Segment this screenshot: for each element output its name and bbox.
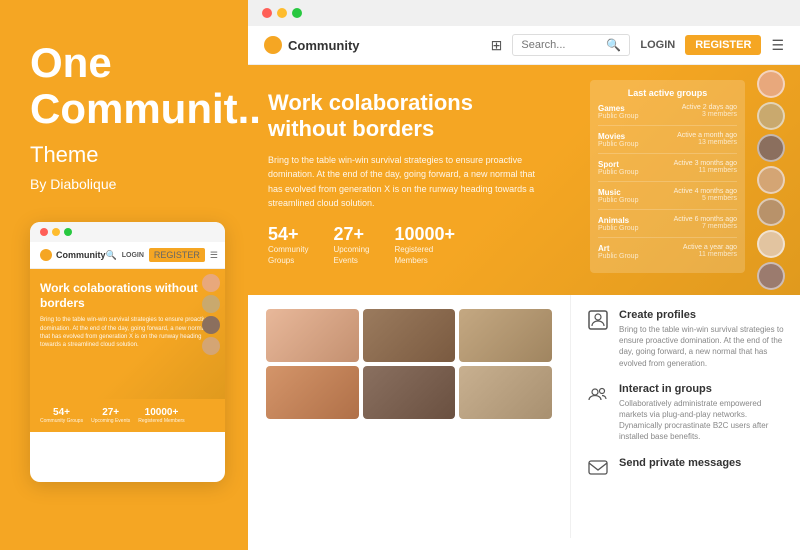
photo-5 — [363, 366, 456, 419]
theme-author: By Diabolique — [30, 176, 215, 192]
feature-icon-groups — [587, 383, 609, 405]
mobile-search-icon: 🔍 — [106, 250, 117, 261]
desktop-preview: Community ⊞ 🔍 LOGIN REGISTER ☰ Work cola… — [248, 0, 800, 550]
last-active-groups: Last active groups Games Public Group Ac… — [590, 80, 745, 273]
lag-item-animals: Animals Public Group Active 6 months ago… — [598, 216, 737, 238]
desktop-nav-right: ⊞ 🔍 LOGIN REGISTER ☰ — [491, 34, 784, 56]
lag-item-art: Art Public Group Active a year ago 11 me… — [598, 244, 737, 265]
mobile-top-bar — [30, 222, 225, 242]
desktop-dot-green — [292, 8, 302, 18]
mobile-avatar-1 — [202, 274, 220, 292]
desktop-logo: Community — [264, 36, 360, 54]
lag-item-music: Music Public Group Active 4 months ago 5… — [598, 188, 737, 210]
desktop-avatar-1 — [757, 70, 785, 98]
mobile-nav-icons: 🔍 LOGIN REGISTER ☰ — [106, 248, 218, 262]
mobile-logo: Community — [40, 249, 106, 261]
mobile-stat-3: 10000+ Registered Members — [138, 407, 184, 424]
search-icon: 🔍 — [606, 38, 621, 52]
feature-send-messages: Send private messages — [587, 457, 784, 479]
feature-icon-messages — [587, 457, 609, 479]
feature-create-profiles: Create profiles Bring to the table win-w… — [587, 309, 784, 369]
photo-6 — [459, 366, 552, 419]
desktop-logo-circle — [264, 36, 282, 54]
mobile-hero-body: Bring to the table win-win survival stra… — [40, 316, 215, 350]
mobile-login-label: LOGIN — [122, 252, 144, 259]
desktop-dot-red — [262, 8, 272, 18]
desktop-nav: Community ⊞ 🔍 LOGIN REGISTER ☰ — [248, 26, 800, 65]
bottom-right: Create profiles Bring to the table win-w… — [570, 295, 800, 538]
mobile-avatar-4 — [202, 337, 220, 355]
desktop-stat-3: 10000+ RegisteredMembers — [394, 224, 455, 266]
desktop-bottom: Create profiles Bring to the table win-w… — [248, 295, 800, 538]
feature-text-profiles: Create profiles Bring to the table win-w… — [619, 309, 784, 369]
lag-item-sport: Sport Public Group Active 3 months ago 1… — [598, 160, 737, 182]
feature-icon-profile — [587, 309, 609, 331]
feature-text-messages: Send private messages — [619, 457, 741, 472]
desktop-avatar-7 — [757, 262, 785, 290]
photo-2 — [363, 309, 456, 362]
mobile-register-btn: REGISTER — [149, 248, 205, 262]
desktop-dot-yellow — [277, 8, 287, 18]
lag-item-games: Games Public Group Active 2 days ago 3 m… — [598, 104, 737, 126]
desktop-avatar-6 — [757, 230, 785, 258]
photo-1 — [266, 309, 359, 362]
desktop-stat-1: 54+ CommunityGroups — [268, 224, 308, 266]
search-input[interactable] — [521, 39, 601, 51]
mobile-menu-icon: ☰ — [210, 250, 218, 261]
left-panel: One Communit.. Theme By Diabolique Commu… — [0, 0, 245, 550]
desktop-hero-body: Bring to the table win-win survival stra… — [268, 153, 550, 211]
desktop-hero-content: Work colaborations without borders Bring… — [268, 90, 550, 266]
bottom-left — [248, 295, 570, 538]
mobile-hero-title: Work colaborations without borders — [40, 281, 215, 310]
mobile-dot-red — [40, 228, 48, 236]
theme-title: One Communit.. — [30, 40, 215, 132]
mobile-avatar-3 — [202, 316, 220, 334]
desktop-hero-title: Work colaborations without borders — [268, 90, 550, 143]
desktop-avatar-4 — [757, 166, 785, 194]
mobile-logo-dot — [40, 249, 52, 261]
mobile-dot-green — [64, 228, 72, 236]
desktop-avatar-2 — [757, 102, 785, 130]
desktop-avatar-5 — [757, 198, 785, 226]
desktop-hero: Work colaborations without borders Bring… — [248, 65, 800, 295]
search-box[interactable]: 🔍 — [512, 34, 630, 56]
nav-login[interactable]: LOGIN — [640, 39, 675, 51]
lag-title: Last active groups — [598, 88, 737, 98]
feature-interact-groups: Interact in groups Collaboratively admin… — [587, 383, 784, 443]
theme-subtitle: Theme — [30, 142, 215, 168]
photos-grid — [266, 309, 552, 419]
mobile-preview: Community 🔍 LOGIN REGISTER ☰ Work colabo… — [30, 222, 225, 482]
mobile-avatar-2 — [202, 295, 220, 313]
desktop-grid-icon: ⊞ — [491, 37, 503, 54]
mobile-stats: 54+ Community Groups 27+ Upcoming Events… — [30, 399, 225, 432]
feature-text-groups: Interact in groups Collaboratively admin… — [619, 383, 784, 443]
photo-4 — [266, 366, 359, 419]
mobile-stat-1: 54+ Community Groups — [40, 407, 83, 424]
mobile-hero: Work colaborations without borders Bring… — [30, 269, 225, 399]
desktop-stats: 54+ CommunityGroups 27+ UpcomingEvents 1… — [268, 224, 550, 266]
nav-menu-icon[interactable]: ☰ — [771, 37, 784, 54]
mobile-nav: Community 🔍 LOGIN REGISTER ☰ — [30, 242, 225, 269]
desktop-stat-2: 27+ UpcomingEvents — [333, 224, 369, 266]
nav-register-button[interactable]: REGISTER — [685, 35, 761, 55]
desktop-top-bar — [248, 0, 800, 26]
mobile-stat-2: 27+ Upcoming Events — [91, 407, 130, 424]
mobile-dot-yellow — [52, 228, 60, 236]
desktop-avatar-3 — [757, 134, 785, 162]
photo-3 — [459, 309, 552, 362]
lag-item-movies: Movies Public Group Active a month ago 1… — [598, 132, 737, 154]
desktop-avatars — [757, 70, 785, 290]
mobile-hero-avatars — [202, 274, 220, 355]
